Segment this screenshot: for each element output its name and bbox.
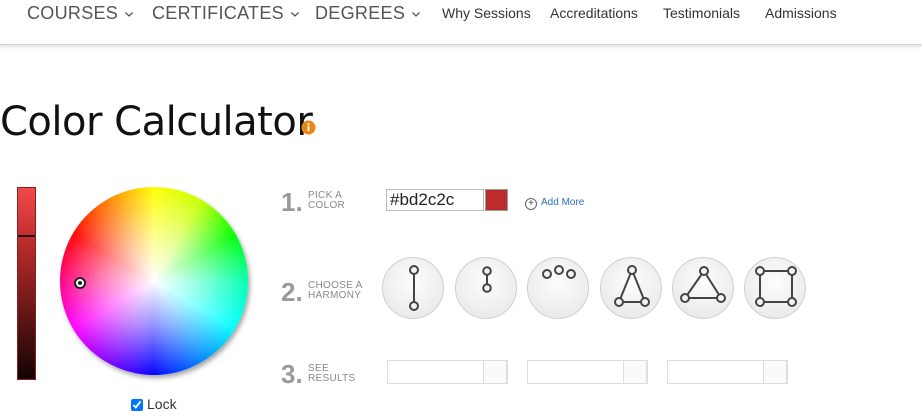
add-more-label: Add More bbox=[541, 197, 585, 208]
harmony-split-complementary-button[interactable] bbox=[455, 257, 517, 319]
plus-circle-icon: + bbox=[525, 198, 537, 210]
nav-certificates[interactable]: CERTIFICATES bbox=[152, 0, 299, 26]
nav-admissions[interactable]: Admissions bbox=[765, 0, 837, 26]
add-more-link[interactable]: + Add More bbox=[525, 197, 584, 210]
lock-label: Lock bbox=[147, 396, 177, 412]
harmony-triad-button[interactable] bbox=[600, 257, 662, 319]
harmony-analogous-button[interactable] bbox=[527, 257, 589, 319]
analogous-icon bbox=[542, 265, 576, 279]
harmony-square-button[interactable] bbox=[744, 257, 806, 319]
lock-checkbox[interactable]: Lock bbox=[131, 396, 177, 412]
color-wheel-marker[interactable] bbox=[74, 277, 86, 289]
triad-wide-icon bbox=[680, 266, 726, 303]
triad-icon bbox=[614, 265, 650, 307]
nav-courses-label: COURSES bbox=[27, 3, 119, 23]
nav-degrees-label: DEGREES bbox=[315, 3, 406, 23]
harmony-triad-wide-button[interactable] bbox=[672, 257, 734, 319]
nav-accreditations[interactable]: Accreditations bbox=[550, 0, 638, 26]
square-icon bbox=[755, 266, 797, 307]
harmony-complementary-button[interactable] bbox=[382, 257, 444, 319]
chevron-down-icon bbox=[290, 12, 299, 17]
step-1-number: 1. bbox=[281, 187, 303, 217]
step-2-label-line2: HARMONY bbox=[308, 290, 362, 301]
result-slot[interactable] bbox=[387, 360, 508, 384]
step-2-number: 2. bbox=[281, 277, 303, 307]
color-wheel[interactable] bbox=[60, 187, 248, 375]
chevron-down-icon bbox=[412, 12, 421, 17]
result-slot-handle[interactable] bbox=[623, 360, 647, 384]
nav-courses[interactable]: COURSES bbox=[27, 0, 134, 26]
top-nav: COURSES CERTIFICATES DEGREES Why Session… bbox=[0, 0, 922, 45]
chevron-down-icon bbox=[125, 12, 134, 17]
result-slot[interactable] bbox=[527, 360, 648, 384]
split-complementary-icon bbox=[482, 266, 492, 293]
nav-certificates-label: CERTIFICATES bbox=[152, 3, 284, 23]
complementary-icon bbox=[409, 265, 419, 311]
step-3-label-line2: RESULTS bbox=[308, 373, 356, 384]
result-slot[interactable] bbox=[667, 360, 788, 384]
page-title: Color Calculator bbox=[0, 99, 313, 145]
nav-testimonials[interactable]: Testimonials bbox=[663, 0, 740, 26]
info-icon[interactable] bbox=[301, 120, 316, 135]
step-3-number: 3. bbox=[281, 359, 303, 389]
result-slot-handle[interactable] bbox=[483, 360, 507, 384]
color-swatch[interactable] bbox=[485, 189, 508, 211]
nav-why-sessions[interactable]: Why Sessions bbox=[442, 0, 531, 26]
brightness-slider-handle[interactable] bbox=[18, 235, 35, 237]
nav-degrees[interactable]: DEGREES bbox=[315, 0, 421, 26]
step-1-label-line2: COLOR bbox=[308, 200, 346, 211]
brightness-slider[interactable] bbox=[17, 187, 36, 380]
result-slot-handle[interactable] bbox=[763, 360, 787, 384]
lock-checkbox-input[interactable] bbox=[131, 399, 143, 411]
hex-color-input[interactable] bbox=[386, 189, 484, 211]
